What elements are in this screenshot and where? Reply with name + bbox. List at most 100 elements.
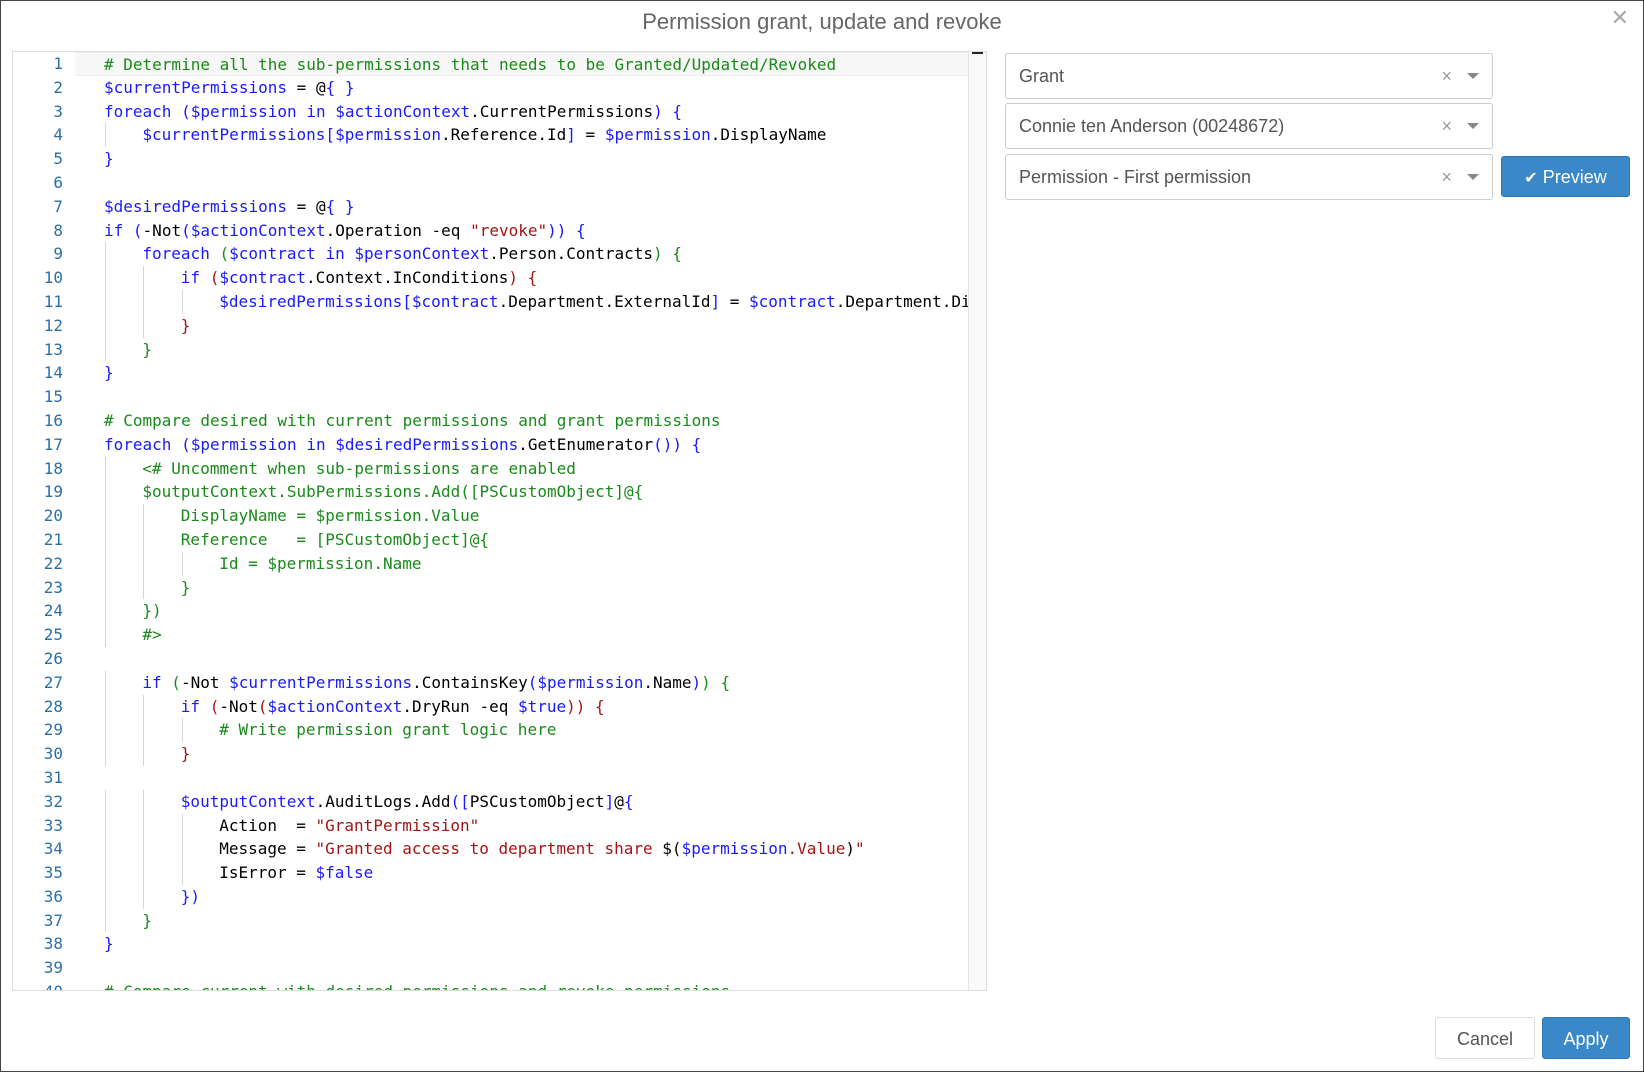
code-token: $false — [315, 863, 374, 883]
code-token: $( — [662, 839, 682, 859]
code-line[interactable]: # Determine all the sub-permissions that… — [75, 52, 968, 76]
editor-scrollbar[interactable] — [968, 52, 986, 990]
code-line[interactable]: } — [75, 908, 968, 933]
code-line[interactable]: if (-Not($actionContext.DryRun -eq $true… — [75, 694, 968, 719]
code-line[interactable] — [75, 766, 968, 790]
apply-button[interactable]: Apply — [1542, 1017, 1630, 1059]
code-token: { } — [325, 77, 355, 97]
cancel-button[interactable]: Cancel — [1435, 1017, 1535, 1059]
code-line[interactable]: $currentPermissions = @{ } — [75, 76, 968, 100]
code-line[interactable]: foreach ($permission in $actionContext.C… — [75, 100, 968, 124]
code-token: IsError = — [219, 863, 316, 883]
code-line[interactable]: #> — [75, 623, 968, 647]
code-line[interactable]: } — [75, 932, 968, 956]
chevron-down-icon[interactable] — [1467, 174, 1479, 180]
code-line[interactable]: Action = "GrantPermission" — [75, 813, 968, 838]
code-line[interactable] — [75, 647, 968, 671]
code-line[interactable]: } — [75, 313, 968, 338]
code-line[interactable]: Reference = [PSCustomObject]@{ — [75, 527, 968, 552]
code-line[interactable]: Message = "Granted access to department … — [75, 837, 968, 862]
line-number: 17 — [43, 434, 63, 454]
code-token: "revoke" — [470, 220, 548, 240]
code-token: $desiredPermissions — [219, 291, 403, 311]
code-token: if — [104, 220, 124, 240]
code-token: -Not — [219, 696, 258, 716]
code-token: } — [104, 149, 114, 169]
code-token: $outputContext — [180, 791, 316, 811]
code-token: ] — [710, 291, 721, 311]
permission-clear-icon[interactable]: × — [1441, 155, 1452, 199]
line-number: 4 — [53, 125, 63, 145]
code-line[interactable]: $desiredPermissions[$contract.Department… — [75, 289, 968, 314]
code-line[interactable]: $outputContext.SubPermissions.Add([PSCus… — [75, 480, 968, 505]
code-line[interactable]: }) — [75, 599, 968, 624]
code-line[interactable]: $desiredPermissions = @{ } — [75, 195, 968, 219]
code-area[interactable]: # Determine all the sub-permissions that… — [75, 52, 968, 990]
chevron-down-icon[interactable] — [1467, 73, 1479, 79]
code-line[interactable] — [75, 385, 968, 409]
code-token: $desiredPermissions — [104, 196, 288, 216]
code-line[interactable]: Id = $permission.Name — [75, 551, 968, 576]
code-token: if — [180, 268, 201, 288]
code-line[interactable]: <# Uncomment when sub-permissions are en… — [75, 456, 968, 481]
code-line[interactable]: # Compare desired with current permissio… — [75, 409, 968, 433]
indent-guide — [105, 694, 106, 719]
code-line[interactable]: $outputContext.AuditLogs.Add([PSCustomOb… — [75, 789, 968, 814]
code-line[interactable]: }) — [75, 884, 968, 909]
indent-guide — [143, 527, 145, 552]
code-line[interactable]: } — [75, 337, 968, 362]
code-token: ( — [257, 696, 268, 716]
code-line[interactable] — [75, 956, 968, 980]
permission-select[interactable]: Permission - First permission × — [1005, 154, 1493, 200]
code-line[interactable]: # Write permission grant logic here — [75, 718, 968, 743]
chevron-down-icon[interactable] — [1467, 123, 1479, 129]
code-token: " — [854, 839, 865, 859]
code-token: $actionContext — [267, 696, 403, 716]
code-line[interactable]: } — [75, 742, 968, 766]
person-clear-icon[interactable]: × — [1441, 104, 1452, 148]
indent-guide — [143, 313, 145, 338]
code-line[interactable]: if (-Not($actionContext.Operation -eq "r… — [75, 219, 968, 243]
code-editor[interactable]: 1 2 3 4 5 6 7 8 9 10 11 12 13 14 15 16 17 18 19 20 21 22 23 24 2… — [12, 51, 987, 991]
code-line[interactable]: } — [75, 361, 968, 385]
preview-button[interactable]: ✔ Preview — [1501, 156, 1630, 197]
line-number: 24 — [43, 601, 63, 621]
code-line[interactable]: if (-Not $currentPermissions.ContainsKey… — [75, 670, 968, 695]
code-line[interactable]: $currentPermissions[$permission.Referenc… — [75, 123, 968, 148]
code-token: in — [306, 101, 326, 121]
close-icon[interactable]: ✕ — [1611, 5, 1629, 31]
code-token: $contract — [229, 244, 316, 264]
code-line[interactable]: } — [75, 575, 968, 600]
line-number: 40 — [13, 980, 75, 990]
indent-guide — [105, 884, 106, 909]
code-token: .CurrentPermissions — [470, 101, 654, 121]
code-token: -Not — [142, 220, 182, 240]
action-clear-icon[interactable]: × — [1441, 54, 1452, 98]
indent-guide — [181, 837, 183, 862]
code-line[interactable]: # Compare current with desired permissio… — [75, 980, 968, 990]
code-token: .Context.InConditions — [306, 268, 509, 288]
code-token: .AuditLogs.Add — [315, 791, 451, 811]
indent-guide — [143, 504, 145, 528]
code-token: ( — [527, 672, 538, 692]
code-line[interactable]: } — [75, 147, 968, 171]
line-number: 26 — [43, 648, 63, 668]
action-select[interactable]: Grant × — [1005, 53, 1493, 99]
indent-guide — [105, 623, 106, 647]
code-line[interactable]: if ($contract.Context.InConditions) { — [75, 266, 968, 290]
person-select[interactable]: Connie ten Anderson (00248672) × — [1005, 103, 1493, 149]
scrollbar-thumb[interactable] — [972, 52, 983, 54]
code-token: .ContainsKey — [412, 672, 528, 692]
code-token: { — [623, 791, 634, 811]
indent-guide — [143, 837, 145, 862]
indent-guide — [143, 789, 145, 814]
code-line[interactable] — [75, 171, 968, 195]
code-token: @ — [614, 791, 624, 811]
code-line[interactable]: foreach ($permission in $desiredPermissi… — [75, 433, 968, 457]
code-line[interactable]: foreach ($contract in $personContext.Per… — [75, 242, 968, 267]
code-line[interactable]: IsError = $false — [75, 861, 968, 885]
code-line[interactable]: DisplayName = $permission.Value — [75, 504, 968, 528]
